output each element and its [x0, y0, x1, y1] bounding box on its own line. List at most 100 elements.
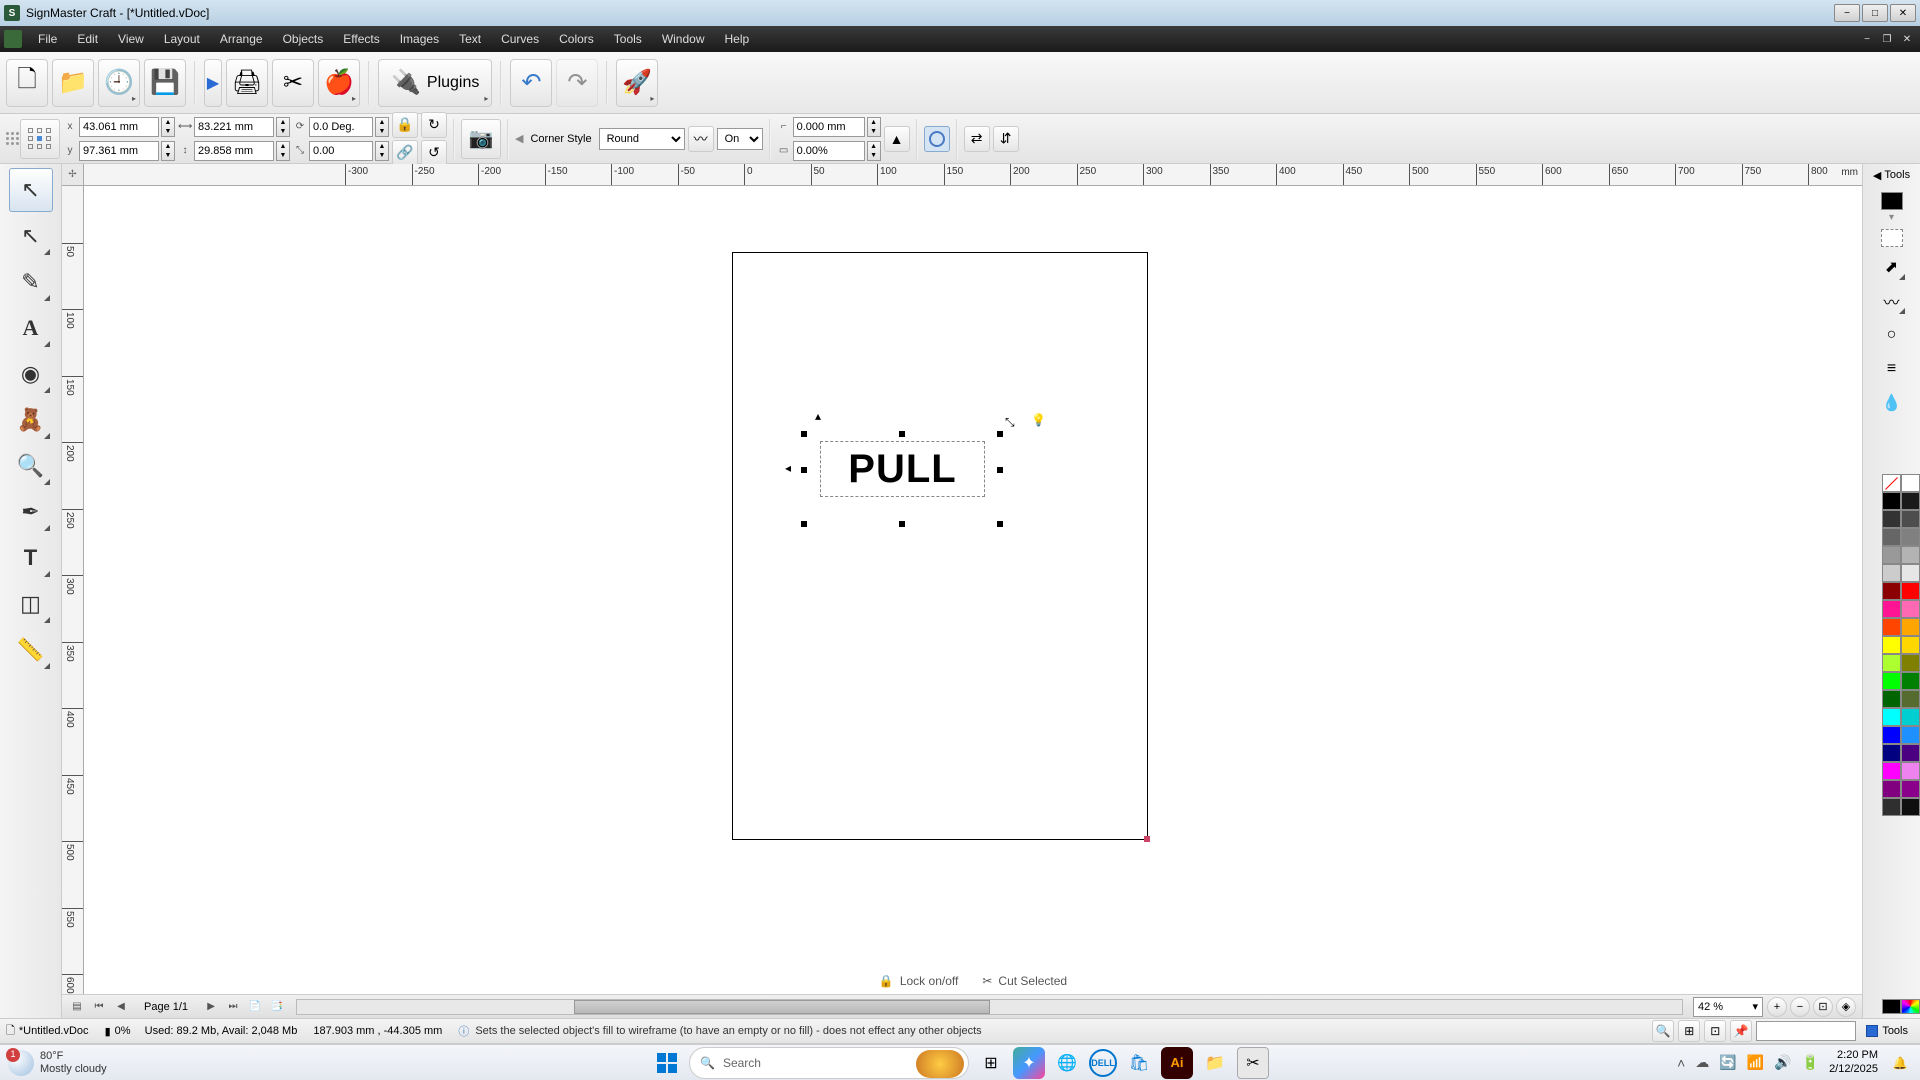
color-swatch[interactable] — [1882, 762, 1901, 780]
document-tab[interactable]: 🗋*Untitled.vDoc — [6, 1022, 89, 1041]
white-swatch[interactable] — [1901, 474, 1920, 492]
menu-images[interactable]: Images — [390, 30, 449, 48]
color-swatch[interactable] — [1882, 798, 1901, 816]
signmaster-taskbar-button[interactable]: ✂ — [1237, 1047, 1269, 1079]
registration-button[interactable]: 🍎 — [318, 59, 360, 107]
zoom-fit-button[interactable]: ⊡ — [1813, 997, 1833, 1017]
menu-edit[interactable]: Edit — [67, 30, 108, 48]
color-swatch[interactable] — [1901, 600, 1920, 618]
color-swatch[interactable] — [1882, 654, 1901, 672]
inc-button[interactable]: ▲ — [884, 126, 910, 152]
page-options-button[interactable]: ▤ — [68, 998, 86, 1016]
color-swatch[interactable] — [1901, 672, 1920, 690]
taskbar-clock[interactable]: 2:20 PM2/12/2025 — [1829, 1049, 1878, 1075]
explorer-button[interactable]: 📁 — [1199, 1047, 1231, 1079]
text-tool[interactable]: A — [9, 306, 53, 350]
mdi-minimize-button[interactable]: − — [1858, 32, 1876, 46]
menu-effects[interactable]: Effects — [333, 30, 389, 48]
next-page-button[interactable]: ▶ — [202, 998, 220, 1016]
status-snap-button[interactable]: ⊡ — [1704, 1020, 1726, 1042]
color-swatch[interactable] — [1901, 744, 1920, 762]
h-spinner[interactable]: ▲▼ — [276, 141, 290, 161]
color-swatch[interactable] — [1901, 708, 1920, 726]
menu-text[interactable]: Text — [449, 30, 491, 48]
color-swatch[interactable] — [1882, 528, 1901, 546]
pen-tool[interactable]: ✒ — [9, 490, 53, 534]
x-position-input[interactable] — [79, 117, 159, 137]
battery-icon[interactable]: 🔋 — [1802, 1054, 1819, 1071]
window-maximize-button[interactable]: □ — [1862, 4, 1888, 22]
horizontal-scrollbar[interactable] — [296, 999, 1683, 1015]
scale-input[interactable] — [309, 141, 373, 161]
sync-icon[interactable]: 🔄 — [1719, 1054, 1736, 1071]
node-edit-tool[interactable]: ↖ — [9, 214, 53, 258]
lock-toggle-button[interactable]: 🔒Lock on/off — [879, 974, 958, 988]
dimension-tool[interactable]: 📏 — [9, 628, 53, 672]
eyedropper-tool[interactable]: ⬈ — [1878, 253, 1906, 281]
color-swatch[interactable] — [1901, 798, 1920, 816]
color-picker-tool[interactable]: 💧 — [1878, 389, 1906, 417]
selection-handle-e[interactable] — [997, 467, 1003, 473]
color-swatch[interactable] — [1882, 636, 1901, 654]
menu-arrange[interactable]: Arrange — [210, 30, 273, 48]
selection-handle-se[interactable] — [997, 521, 1003, 527]
y-spinner[interactable]: ▲▼ — [161, 141, 175, 161]
volume-icon[interactable]: 🔊 — [1774, 1054, 1791, 1071]
status-zoom-button[interactable]: 🔍 — [1652, 1020, 1674, 1042]
stroke-width-input[interactable] — [793, 117, 865, 137]
outline-tool[interactable]: 〰 — [1878, 287, 1906, 315]
shape-tool[interactable]: ◉ — [9, 352, 53, 396]
color-swatch[interactable] — [1901, 528, 1920, 546]
rotate-ccw-button[interactable]: ↺ — [421, 140, 447, 166]
undo-button[interactable]: ↶ — [510, 59, 552, 107]
status-pin-button[interactable]: 📌 — [1730, 1020, 1752, 1042]
zoom-out-button[interactable]: − — [1790, 997, 1810, 1017]
prev-page-button[interactable]: ◀ — [112, 998, 130, 1016]
window-minimize-button[interactable]: − — [1834, 4, 1860, 22]
color-swatch[interactable] — [1901, 510, 1920, 528]
dell-button[interactable]: DELL — [1089, 1049, 1117, 1077]
idea-icon[interactable]: 💡 — [1031, 413, 1046, 427]
color-swatch[interactable] — [1901, 492, 1920, 510]
color-swatch[interactable] — [1882, 708, 1901, 726]
start-button[interactable] — [651, 1047, 683, 1079]
snap-on-select[interactable]: On — [717, 128, 763, 150]
menu-layout[interactable]: Layout — [154, 30, 210, 48]
edge-button[interactable]: 🌐 — [1051, 1047, 1083, 1079]
color-swatch[interactable] — [1901, 564, 1920, 582]
selection-handle-nw[interactable] — [801, 431, 807, 437]
new-button[interactable]: 🗋 — [6, 59, 48, 107]
draw-tool[interactable]: ✎ — [9, 260, 53, 304]
canvas[interactable]: PULL ▴ ⤡ ◂ 💡 🔒Lock on/off ✂Cut Selected — [84, 186, 1862, 994]
menu-curves[interactable]: Curves — [491, 30, 549, 48]
fill-circle-button[interactable] — [924, 126, 950, 152]
copilot-button[interactable]: ✦ — [1013, 1047, 1045, 1079]
tools-panel-tab[interactable]: ◀Tools — [1869, 164, 1914, 186]
color-swatch[interactable] — [1882, 510, 1901, 528]
color-swatch[interactable] — [1882, 564, 1901, 582]
wifi-icon[interactable]: 📶 — [1747, 1054, 1764, 1071]
link-button[interactable]: 🔗 — [392, 140, 418, 166]
no-fill-swatch[interactable] — [1882, 474, 1901, 492]
selection-handle-w[interactable] — [801, 467, 807, 473]
current-stroke-swatch[interactable] — [1881, 229, 1903, 247]
task-view-button[interactable]: ⊞ — [975, 1047, 1007, 1079]
selection-handle-sw[interactable] — [801, 521, 807, 527]
rotate-handle-n[interactable]: ▴ — [815, 409, 821, 423]
taskbar-search[interactable]: 🔍Search — [689, 1047, 969, 1079]
chevron-down-icon[interactable]: ▾ — [1889, 212, 1894, 223]
color-swatch[interactable] — [1901, 690, 1920, 708]
zoom-tool[interactable]: 🔍 — [9, 444, 53, 488]
save-button[interactable]: 💾 — [144, 59, 186, 107]
color-swatch[interactable] — [1901, 654, 1920, 672]
color-swatch[interactable] — [1882, 618, 1901, 636]
anchor-grid-button[interactable] — [20, 119, 60, 159]
print-button[interactable]: 🖨 — [226, 59, 268, 107]
cutter-button[interactable]: ✂ — [272, 59, 314, 107]
mirror-h-button[interactable]: ⇄ — [964, 126, 990, 152]
window-close-button[interactable]: ✕ — [1890, 4, 1916, 22]
sp-spinner[interactable]: ▲▼ — [867, 141, 881, 161]
rotate-handle-w[interactable]: ◂ — [785, 461, 791, 475]
vertical-ruler[interactable]: 0501001502002503003504004505005506006507… — [62, 186, 84, 994]
lock-button[interactable]: 🔒 — [392, 112, 418, 138]
